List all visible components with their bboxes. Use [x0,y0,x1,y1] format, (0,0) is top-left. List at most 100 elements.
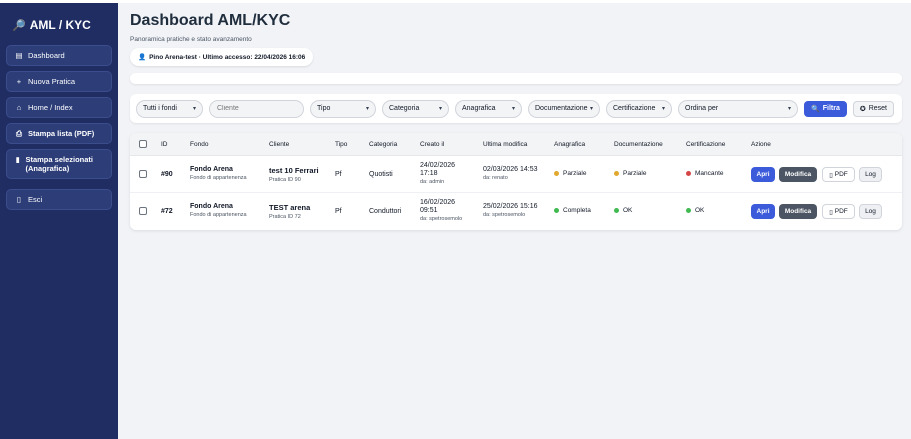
th-ultima-modifica: Ultima modifica [483,141,528,148]
select-all-checkbox[interactable] [139,140,147,148]
select-value: Certificazione [613,105,656,112]
table-row: #90 Fondo Arena Fondo di appartenenza te… [130,156,902,193]
documentazione-select[interactable]: Documentazione ▾ [528,99,600,118]
pratiche-table: ID Fondo Cliente Tipo Categoria Creato i… [130,133,902,230]
modifica-button[interactable]: Modifica [779,167,817,182]
fondo-name: Fondo Arena [190,203,233,210]
sidebar-item-label: Esci [28,195,43,204]
chevron-down-icon: ▾ [589,106,593,112]
sidebar-item-stampa-lista[interactable]: ⎙ Stampa lista (PDF) [6,123,112,144]
row-fondo: Fondo Arena Fondo di appartenenza [190,203,247,218]
button-label: PDF [834,208,848,215]
row-checkbox[interactable] [139,207,147,215]
fondi-select[interactable]: Tutti i fondi ▾ [136,99,203,118]
row-id: #72 [161,208,173,215]
status-text: Parziale [563,170,587,177]
search-icon: 🔍 [811,105,820,113]
button-label: Reset [868,105,888,112]
th-cliente: Cliente [269,141,290,148]
brand: 🔎 AML / KYC [6,15,112,35]
status-dot [554,208,559,213]
cliente-input[interactable] [209,99,304,118]
home-icon: ⌂ [16,103,22,112]
th-categoria: Categoria [369,141,398,148]
row-anagrafica-status: Parziale [554,170,586,177]
modifica-date: 02/03/2026 14:53 [483,166,538,173]
row-documentazione-status: OK [614,207,632,214]
sidebar-item-nuova-pratica[interactable]: + Nuova Pratica [6,71,112,92]
status-text: Mancante [695,170,724,177]
row-cliente: TEST arena Pratica ID 72 [269,203,310,220]
creato-time: 17:18 [420,170,438,177]
log-button[interactable]: Log [859,167,882,182]
pdf-button[interactable]: ▯ PDF [822,204,855,219]
row-id: #90 [161,171,173,178]
sidebar-item-esci[interactable]: ▯ Esci [6,189,112,210]
creato-date: 24/02/2026 [420,162,456,169]
door-icon: ▯ [16,195,22,204]
user-icon: 👤 [138,54,147,61]
log-button[interactable]: Log [859,204,882,219]
button-label: Filtra [822,105,840,112]
row-ultima-modifica: 25/02/2026 15:16 da: spetrosemolo [483,203,538,218]
row-categoria: Quotisti [369,171,393,178]
filtra-button[interactable]: 🔍 Filtra [804,100,847,117]
dashboard-icon: ▤ [15,51,23,60]
cliente-sub: Pratica ID 72 [269,214,301,220]
document-icon: ▯ [829,171,833,179]
certificazione-select[interactable]: Certificazione ▾ [606,99,672,118]
pdf-button[interactable]: ▯ PDF [822,167,855,182]
row-certificazione-status: OK [686,207,704,214]
magnifier-icon: 🔎 [12,19,26,32]
select-value: Tutti i fondi [143,105,177,112]
chevron-down-icon: ▾ [511,106,515,112]
row-anagrafica-status: Completa [554,207,591,214]
reset-button[interactable]: ✪ Reset [852,100,895,117]
modifica-button[interactable]: Modifica [779,204,817,219]
th-certificazione: Certificazione [686,141,726,148]
sidebar: 🔎 AML / KYC ▤ Dashboard + Nuova Pratica … [0,3,118,439]
apri-button[interactable]: Apri [751,167,775,182]
main-content: Dashboard AML/KYC Panoramica pratiche e … [130,3,902,230]
table-header: ID Fondo Cliente Tipo Categoria Creato i… [130,133,902,156]
reset-icon: ✪ [859,105,866,113]
sidebar-item-home[interactable]: ⌂ Home / Index [6,97,112,118]
row-checkbox[interactable] [139,170,147,178]
row-categoria: Conduttori [369,208,402,215]
select-value: Ordina per [685,105,719,112]
chevron-down-icon: ▾ [661,106,665,112]
status-text: Completa [563,207,591,214]
select-value: Tipo [317,105,331,112]
th-tipo: Tipo [335,141,348,148]
row-documentazione-status: Parziale [614,170,646,177]
status-dot [686,208,691,213]
categoria-select[interactable]: Categoria ▾ [382,99,449,118]
ordina-select[interactable]: Ordina per ▾ [678,99,798,118]
sidebar-item-label: Dashboard [28,51,65,60]
sidebar-item-label: Home / Index [28,103,73,112]
th-anagrafica: Anagrafica [554,141,586,148]
button-label: PDF [834,171,848,178]
th-creato: Creato il [420,141,445,148]
sidebar-item-dashboard[interactable]: ▤ Dashboard [6,45,112,66]
row-creato: 24/02/2026 17:18 da: admin [420,162,455,186]
fondo-sub: Fondo di appartenenza [190,175,247,181]
tipo-select[interactable]: Tipo ▾ [310,99,376,118]
modifica-date: 25/02/2026 15:16 [483,203,538,210]
cliente-sub: Pratica ID 90 [269,177,301,183]
sidebar-item-stampa-selezionati[interactable]: ▮ Stampa selezionati (Anagrafica) [6,149,112,179]
apri-button[interactable]: Apri [751,204,775,219]
sidebar-item-label: Nuova Pratica [28,77,76,86]
select-value: Categoria [389,105,420,112]
row-tipo: Pf [335,171,342,178]
anagrafica-select[interactable]: Anagrafica ▾ [455,99,522,118]
row-tipo: Pf [335,208,342,215]
printer-icon: ⎙ [16,128,22,138]
status-text: OK [695,207,705,214]
page-title: Dashboard AML/KYC [130,12,291,29]
plus-icon: + [16,77,22,86]
status-dot [614,208,619,213]
creato-by: da: spetrosemolo [420,216,463,222]
creato-time: 09:51 [420,207,438,214]
status-dot [614,171,619,176]
